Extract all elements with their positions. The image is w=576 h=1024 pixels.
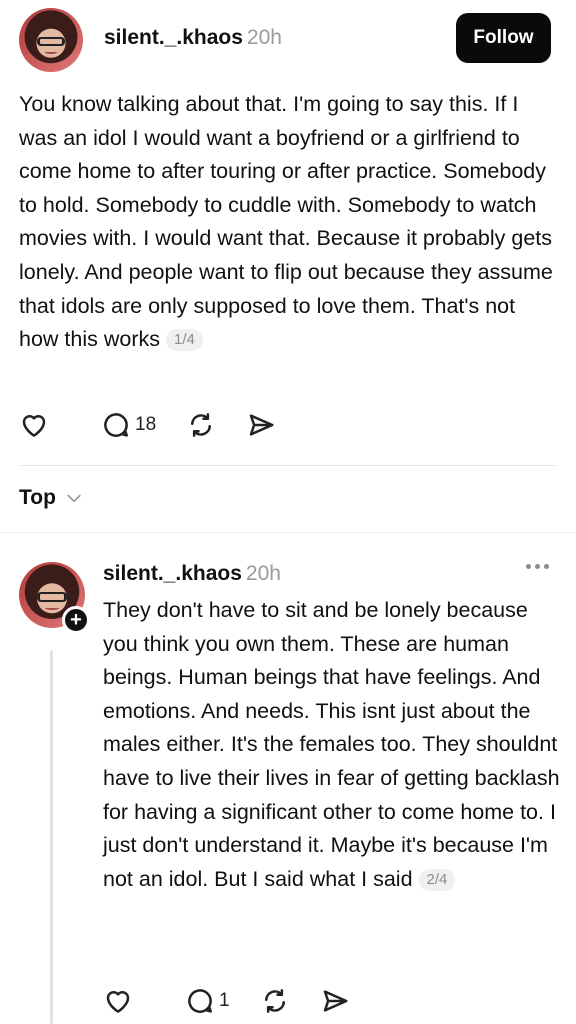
reply-count: 1 (219, 990, 230, 1011)
more-icon (526, 564, 531, 569)
post-text: You know talking about that. I'm going t… (19, 88, 559, 357)
divider (19, 465, 557, 466)
avatar[interactable] (19, 8, 83, 72)
glasses-decoration (37, 592, 67, 602)
share-icon (323, 990, 348, 1012)
share-button[interactable] (320, 986, 350, 1016)
reply-button[interactable]: 18 (101, 410, 156, 440)
section-divider (0, 532, 576, 533)
post-time: 20h (246, 26, 282, 49)
share-button[interactable] (246, 410, 276, 440)
comment-icon (188, 989, 212, 1013)
follow-plus-badge[interactable]: + (62, 606, 90, 634)
page-indicator: 1/4 (166, 329, 203, 352)
heart-icon (22, 415, 46, 437)
post-time: 20h (245, 562, 281, 585)
post-author[interactable]: silent._.khaos 20h (104, 26, 282, 50)
username[interactable]: silent._.khaos (104, 26, 243, 49)
sort-dropdown[interactable]: Top (19, 486, 84, 510)
post-body: You know talking about that. I'm going t… (19, 92, 553, 352)
post-author[interactable]: silent._.khaos 20h (103, 562, 281, 586)
page-indicator: 2/4 (418, 868, 456, 891)
follow-button[interactable]: Follow (456, 13, 551, 63)
reply-button[interactable]: 1 (185, 986, 230, 1016)
sort-label: Top (19, 486, 56, 509)
repost-button[interactable] (186, 410, 216, 440)
username[interactable]: silent._.khaos (103, 562, 242, 585)
glasses-decoration (36, 37, 66, 47)
more-icon-dot (544, 564, 549, 569)
more-icon-dot (535, 564, 540, 569)
repost-icon (264, 989, 285, 1013)
like-button[interactable] (103, 986, 133, 1016)
repost-button[interactable] (260, 986, 290, 1016)
post-actions: 18 (19, 410, 306, 440)
thread-line (50, 650, 53, 1024)
comment-icon (104, 413, 128, 437)
more-options-button[interactable] (526, 564, 549, 569)
chevron-down-icon (67, 494, 81, 503)
heart-icon (106, 991, 130, 1013)
post-body: They don't have to sit and be lonely bec… (103, 598, 560, 891)
smile-decoration (44, 50, 58, 55)
post-text: They don't have to sit and be lonely bec… (103, 594, 563, 896)
reply-count: 18 (135, 414, 157, 435)
share-icon (249, 414, 274, 436)
like-button[interactable] (19, 410, 49, 440)
smile-decoration (45, 606, 59, 610)
post-actions: 1 (103, 986, 380, 1016)
repost-icon (191, 413, 212, 437)
